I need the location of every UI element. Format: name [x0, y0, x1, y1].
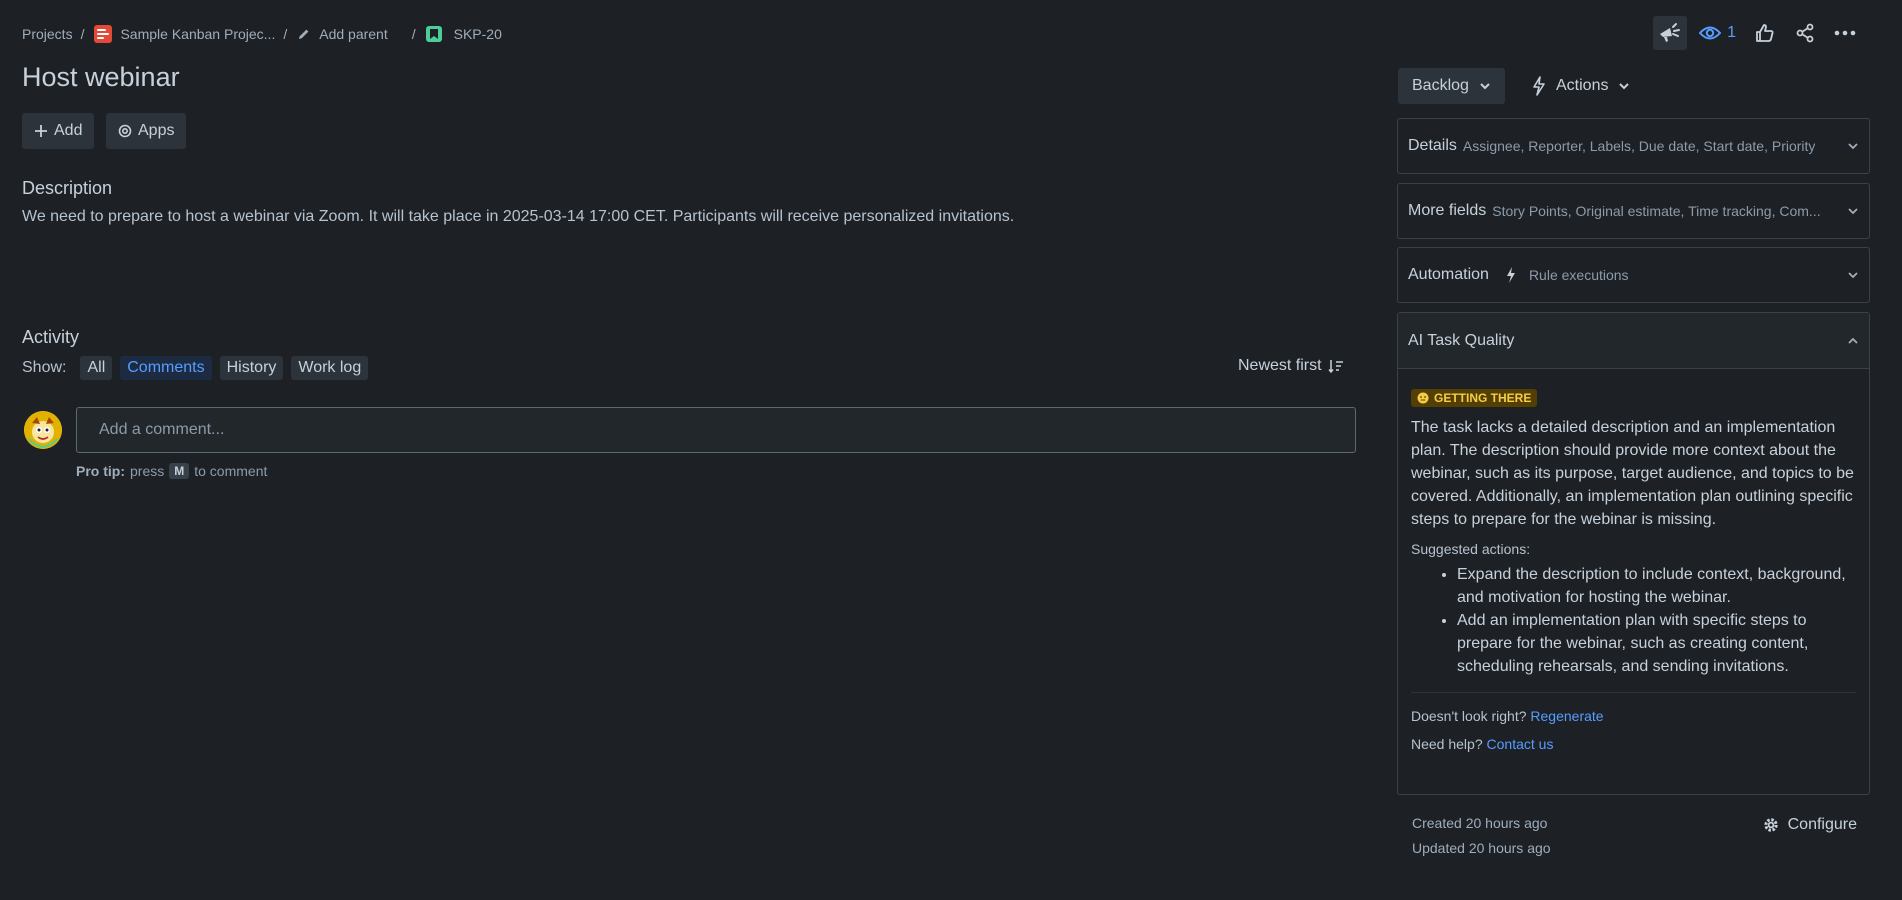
- need-help-label: Need help?: [1411, 736, 1483, 752]
- breadcrumb-project[interactable]: Sample Kanban Projec...: [94, 25, 275, 43]
- apps-icon: [118, 124, 132, 138]
- divider: [1411, 692, 1856, 693]
- pro-tip: Pro tip: press M to comment: [76, 463, 267, 479]
- regenerate-row: Doesn't look right? Regenerate: [1411, 708, 1856, 724]
- details-panel[interactable]: Details Assignee, Reporter, Labels, Due …: [1397, 118, 1870, 174]
- breadcrumb-separator: /: [411, 26, 416, 42]
- quality-badge: GETTING THERE: [1411, 389, 1538, 407]
- protip-rest: to comment: [194, 463, 268, 479]
- chevron-down-icon: [1847, 142, 1859, 150]
- actions-dropdown[interactable]: Actions: [1518, 68, 1644, 104]
- chevron-down-icon: [1618, 82, 1630, 90]
- chevron-up-icon: [1847, 337, 1859, 345]
- apps-button[interactable]: Apps: [106, 113, 187, 149]
- apps-button-label: Apps: [138, 122, 175, 139]
- sort-icon: [1327, 359, 1344, 373]
- help-row: Need help? Contact us: [1411, 736, 1856, 752]
- sort-label: Newest first: [1238, 357, 1322, 374]
- chevron-down-icon: [1847, 271, 1859, 279]
- filter-work-log[interactable]: Work log: [291, 356, 369, 380]
- details-subtitle: Assignee, Reporter, Labels, Due date, St…: [1462, 138, 1816, 154]
- share-icon: [1795, 23, 1815, 43]
- feedback-button[interactable]: [1653, 16, 1688, 50]
- lightning-icon: [1532, 76, 1546, 96]
- lightning-icon: [1505, 266, 1517, 284]
- issue-toolbar: 1: [1653, 16, 1862, 50]
- chevron-down-icon: [1847, 207, 1859, 215]
- vote-button[interactable]: [1748, 16, 1782, 50]
- more-icon: [1834, 30, 1856, 36]
- ai-task-quality-header[interactable]: AI Task Quality: [1398, 313, 1869, 369]
- suggested-actions-heading: Suggested actions:: [1411, 541, 1531, 557]
- breadcrumb-separator: /: [283, 26, 288, 42]
- configure-button[interactable]: Configure: [1762, 816, 1857, 834]
- breadcrumb-project-label: Sample Kanban Projec...: [120, 26, 276, 42]
- comment-placeholder: Add a comment...: [99, 421, 225, 438]
- add-button[interactable]: Add: [22, 113, 95, 149]
- breadcrumb-projects[interactable]: Projects: [22, 26, 73, 42]
- protip-bold: Pro tip:: [76, 463, 125, 479]
- doesnt-look-right-label: Doesn't look right?: [1411, 708, 1527, 724]
- pencil-icon: [297, 27, 311, 41]
- automation-subtitle: Rule executions: [1528, 267, 1629, 283]
- activity-filters: Show: All Comments History Work log: [22, 356, 369, 380]
- more-actions-button[interactable]: [1828, 16, 1862, 50]
- list-item: Expand the description to include contex…: [1457, 563, 1856, 609]
- protip-key: M: [169, 463, 190, 479]
- watch-count: 1: [1727, 24, 1736, 41]
- description-text[interactable]: We need to prepare to host a webinar via…: [22, 208, 1014, 226]
- add-parent-label: Add parent: [319, 26, 388, 42]
- project-icon: [94, 25, 113, 43]
- filter-all[interactable]: All: [80, 356, 113, 380]
- thumbs-up-icon: [1755, 23, 1775, 43]
- issue-title[interactable]: Host webinar: [22, 62, 180, 93]
- ai-task-quality-panel: AI Task Quality GETTING THERE The task l…: [1397, 312, 1870, 795]
- plus-icon: [34, 124, 48, 138]
- actions-label: Actions: [1556, 77, 1609, 94]
- automation-panel[interactable]: Automation Rule executions: [1397, 247, 1870, 303]
- suggested-actions-list: Expand the description to include contex…: [1411, 563, 1856, 678]
- more-fields-panel[interactable]: More fields Story Points, Original estim…: [1397, 183, 1870, 239]
- breadcrumb-issue[interactable]: SKP-20: [425, 26, 502, 42]
- watch-button[interactable]: 1: [1693, 16, 1742, 50]
- chevron-down-icon: [1479, 82, 1491, 90]
- eye-icon: [1699, 25, 1722, 41]
- sort-button[interactable]: Newest first: [1238, 357, 1344, 375]
- breadcrumb: Projects / Sample Kanban Projec... / Add…: [22, 24, 502, 44]
- show-label: Show:: [22, 359, 67, 376]
- add-parent-button[interactable]: Add parent: [297, 26, 388, 42]
- more-fields-subtitle: Story Points, Original estimate, Time tr…: [1492, 203, 1821, 219]
- gear-icon: [1762, 816, 1780, 834]
- megaphone-icon: [1658, 22, 1682, 44]
- breadcrumb-separator: /: [80, 26, 85, 42]
- list-item: Add an implementation plan with specific…: [1457, 609, 1856, 678]
- contact-us-link[interactable]: Contact us: [1487, 736, 1554, 752]
- share-button[interactable]: [1788, 16, 1822, 50]
- regenerate-link[interactable]: Regenerate: [1530, 708, 1603, 724]
- details-title: Details: [1408, 137, 1457, 154]
- configure-label: Configure: [1787, 816, 1857, 833]
- ai-summary: The task lacks a detailed description an…: [1411, 419, 1854, 528]
- filter-history[interactable]: History: [219, 356, 284, 380]
- created-timestamp: Created 20 hours ago: [1412, 815, 1548, 831]
- status-label: Backlog: [1412, 77, 1469, 94]
- more-fields-title: More fields: [1408, 202, 1487, 219]
- filter-comments[interactable]: Comments: [120, 356, 212, 380]
- neutral-face-icon: [1417, 392, 1429, 404]
- avatar: [24, 411, 62, 449]
- ai-task-quality-title: AI Task Quality: [1408, 331, 1515, 349]
- status-dropdown[interactable]: Backlog: [1398, 68, 1505, 104]
- description-heading: Description: [22, 178, 113, 198]
- updated-timestamp: Updated 20 hours ago: [1412, 840, 1551, 856]
- story-icon: [425, 26, 442, 42]
- automation-title: Automation: [1408, 266, 1489, 283]
- comment-input[interactable]: Add a comment...: [76, 407, 1356, 453]
- quality-badge-label: GETTING THERE: [1434, 391, 1532, 405]
- issue-key: SKP-20: [453, 26, 502, 42]
- add-button-label: Add: [54, 122, 83, 139]
- activity-heading: Activity: [22, 327, 80, 347]
- protip-press: press: [130, 463, 165, 479]
